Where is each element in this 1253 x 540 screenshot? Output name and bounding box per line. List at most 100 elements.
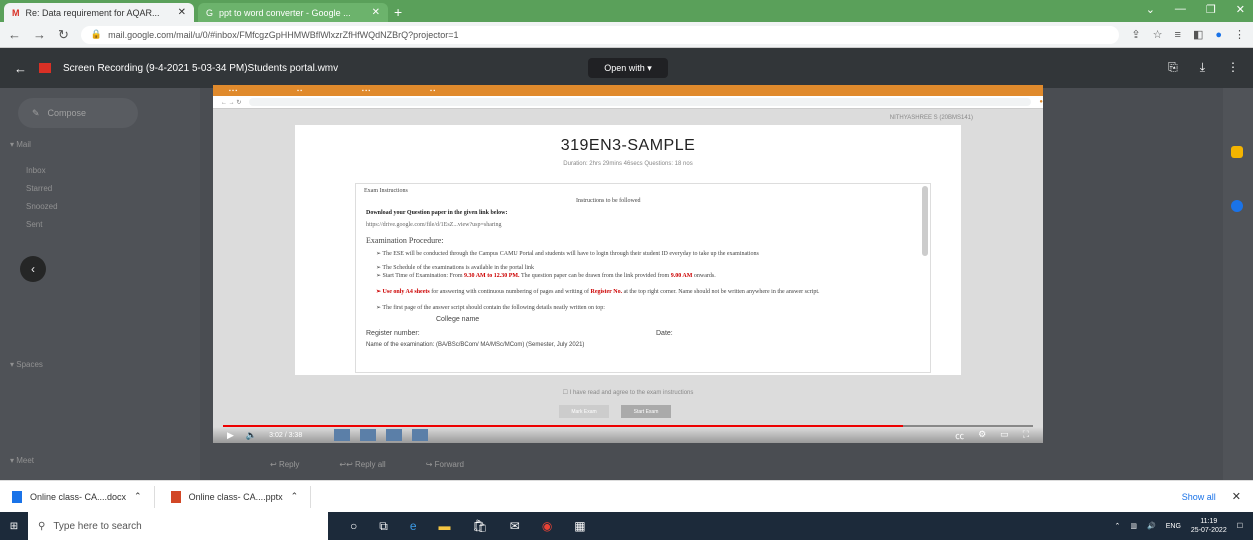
- close-window-button[interactable]: ✕: [1236, 3, 1245, 16]
- chevron-up-icon[interactable]: ⌃: [134, 491, 142, 502]
- restore-button[interactable]: ❐: [1206, 3, 1216, 16]
- recorded-taskbar: [334, 429, 429, 441]
- chevron-down-icon[interactable]: ⌄: [1146, 3, 1155, 16]
- chrome-icon[interactable]: ◉: [542, 519, 552, 534]
- store-icon[interactable]: 🛍: [473, 519, 488, 534]
- sidebar-item-mail[interactable]: ▾ Mail: [10, 140, 31, 149]
- open-with-label: Open with: [604, 63, 645, 73]
- agree-checkbox[interactable]: ☐ I have read and agree to the exam inst…: [213, 389, 1043, 396]
- language-indicator[interactable]: ENG: [1166, 523, 1181, 530]
- chevron-up-icon[interactable]: ⌃: [291, 491, 299, 502]
- viewer-actions: ⎘ ⤓ ⋮: [1168, 60, 1239, 75]
- add-to-drive-icon[interactable]: ⎘: [1168, 60, 1178, 75]
- browser-tab-gmail[interactable]: M Re: Data requirement for AQAR... ✕: [4, 3, 194, 22]
- url-input[interactable]: 🔒 mail.google.com/mail/u/0/#inbox/FMfcgz…: [80, 25, 1120, 44]
- search-icon: ⚲: [38, 520, 46, 532]
- college-name-label: College name: [436, 316, 480, 323]
- right-side-panel: [1223, 88, 1253, 480]
- browser-tab-google[interactable]: G ppt to word converter - Google ... ✕: [198, 3, 388, 22]
- forward-icon[interactable]: →: [33, 27, 46, 42]
- share-icon[interactable]: ⇪: [1131, 28, 1140, 41]
- reply-button[interactable]: ↩ Reply: [270, 460, 299, 469]
- reply-all-button[interactable]: ↩↩ Reply all: [339, 460, 385, 469]
- reload-icon[interactable]: ↻: [58, 27, 69, 43]
- system-tray: ⌃ ▥ 🔊 ENG 11:19 25-07-2022 ☐: [1115, 517, 1253, 535]
- recorded-address-bar: ← → ↻ ●: [213, 96, 1043, 109]
- sidebar-icon[interactable]: ◧: [1193, 28, 1203, 41]
- settings-icon[interactable]: ⚙: [978, 429, 986, 442]
- back-icon[interactable]: ←: [8, 27, 21, 42]
- scrollbar[interactable]: [922, 186, 928, 256]
- download-icon[interactable]: ⤓: [1200, 60, 1205, 75]
- sidebar-item-spaces[interactable]: ▾ Spaces: [10, 360, 43, 369]
- file-explorer-icon[interactable]: ▬: [439, 519, 451, 534]
- chevron-up-icon[interactable]: ⌃: [1115, 522, 1121, 530]
- gmail-main: ✎ Compose ▾ Mail Inbox Starred Snoozed S…: [0, 48, 1253, 480]
- mark-exam-button[interactable]: Mark Exam: [559, 405, 609, 418]
- close-icon[interactable]: ✕: [372, 7, 380, 18]
- app-icon[interactable]: ▦: [574, 519, 585, 534]
- compose-button[interactable]: ✎ Compose: [18, 98, 138, 128]
- mail-icon[interactable]: ✉: [510, 519, 520, 534]
- forward-button[interactable]: ↪ Forward: [426, 460, 464, 469]
- play-icon[interactable]: ▶: [227, 430, 234, 441]
- open-with-button[interactable]: Open with ▾: [588, 58, 668, 78]
- taskbar-search-input[interactable]: ⚲ Type here to search: [28, 512, 328, 540]
- pencil-icon: ✎: [32, 107, 40, 118]
- sidebar-item-meet[interactable]: ▾ Meet: [10, 456, 34, 465]
- edge-icon[interactable]: e: [410, 519, 417, 534]
- procedure-item: ➢ The ESE will be conducted through the …: [376, 251, 759, 257]
- cortana-icon[interactable]: ○: [350, 519, 357, 534]
- exam-meta: Duration: 2hrs 29mins 46secs Questions: …: [563, 161, 693, 167]
- clock-date: 25-07-2022: [1190, 527, 1227, 534]
- download-item[interactable]: Online class- CA....pptx ⌃: [170, 485, 312, 508]
- windows-start-icon[interactable]: ⊞: [0, 521, 28, 532]
- exam-actions: Mark Exam Start Exam: [559, 405, 671, 418]
- tab-title: Re: Data requirement for AQAR...: [25, 7, 160, 18]
- search-placeholder: Type here to search: [53, 520, 142, 532]
- collapse-icon[interactable]: ‹: [20, 256, 46, 282]
- clock[interactable]: 11:19 25-07-2022: [1191, 517, 1227, 535]
- clock-time: 11:19: [1200, 518, 1218, 525]
- minimize-button[interactable]: —: [1175, 3, 1186, 16]
- start-exam-button[interactable]: Start Exam: [621, 405, 671, 418]
- star-icon[interactable]: ☆: [1153, 28, 1163, 41]
- miniplayer-icon[interactable]: ▭: [1000, 429, 1009, 442]
- menu-icon[interactable]: ⋮: [1234, 28, 1245, 41]
- sidebar-item-snoozed[interactable]: Snoozed: [26, 202, 58, 211]
- instructions-box: Exam Instructions Instructions to be fol…: [355, 183, 931, 373]
- profile-avatar[interactable]: ●: [1215, 29, 1222, 41]
- ppt-file-icon: [170, 490, 181, 503]
- video-time: 3:02 / 3:38: [269, 431, 303, 439]
- download-link[interactable]: https://drive.google.com/file/d/1EsZ...v…: [366, 222, 502, 228]
- notification-icon[interactable]: ☐: [1237, 522, 1243, 530]
- procedure-heading: Examination Procedure:: [366, 236, 444, 245]
- sidebar-item-sent[interactable]: Sent: [26, 220, 42, 229]
- reading-list-icon[interactable]: ≡: [1175, 29, 1181, 41]
- window-controls: ⌄ — ❐ ✕: [1146, 3, 1245, 16]
- captions-icon[interactable]: ㏄: [955, 429, 964, 442]
- close-icon[interactable]: ✕: [1232, 490, 1241, 503]
- network-icon[interactable]: ▥: [1130, 522, 1137, 530]
- show-all-button[interactable]: Show all: [1182, 492, 1216, 502]
- sidebar-item-starred[interactable]: Starred: [26, 184, 52, 193]
- video-player[interactable]: ▪ ▪ ▪ ▪ ▪ ▪ ▪ ▪ ▪ ▪ ← → ↻ ● NITHYASHREE S (2…: [213, 85, 1043, 443]
- procedure-item: ➢ The Schedule of the examinations is av…: [376, 265, 535, 271]
- back-arrow-icon[interactable]: ←: [14, 61, 27, 76]
- volume-icon[interactable]: 🔊: [1147, 522, 1156, 530]
- fullscreen-icon[interactable]: ⛶: [1023, 429, 1029, 442]
- tasks-icon[interactable]: [1231, 200, 1243, 212]
- download-line: Download your Question paper in the give…: [366, 210, 508, 216]
- volume-icon[interactable]: 🔈: [246, 430, 257, 441]
- url-text: mail.google.com/mail/u/0/#inbox/FMfcgzGp…: [108, 29, 459, 40]
- calendar-icon[interactable]: [1231, 146, 1243, 158]
- task-view-icon[interactable]: ⧉: [379, 519, 388, 534]
- download-item[interactable]: Online class- CA....docx ⌃: [12, 485, 155, 508]
- sidebar-item-inbox[interactable]: Inbox: [26, 166, 46, 175]
- new-tab-button[interactable]: +: [394, 4, 402, 20]
- procedure-item: ➢ Start Time of Examination: From 9.30 A…: [376, 273, 716, 279]
- video-file-icon: [39, 63, 51, 73]
- close-icon[interactable]: ✕: [178, 7, 186, 18]
- more-icon[interactable]: ⋮: [1227, 60, 1239, 75]
- programme-label: Name of the examination: (BA/BSc/BCom/ M…: [366, 342, 585, 348]
